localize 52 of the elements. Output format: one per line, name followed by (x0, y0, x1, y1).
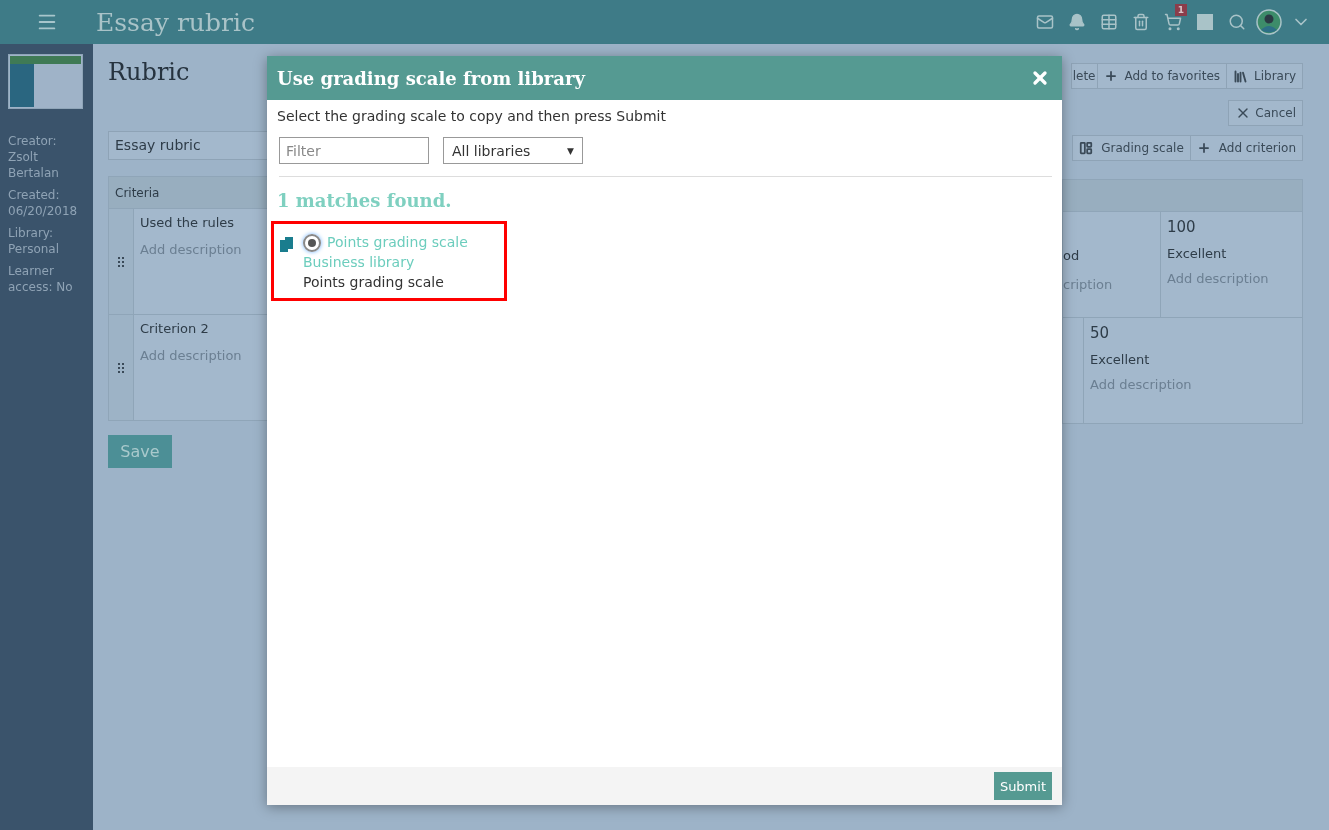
scale-description: Points grading scale (303, 273, 445, 292)
table-header-cell: Criteria (108, 176, 267, 209)
detail-text: Created: 06/20/2018 (8, 187, 79, 219)
action-button[interactable]: Add criterion (1189, 135, 1303, 161)
search-icon[interactable] (1228, 13, 1246, 31)
cart-icon[interactable] (1164, 13, 1182, 31)
level-description: Add description (1090, 377, 1193, 392)
instruction-text: Select the grading scale to copy and then press Submit (277, 108, 667, 124)
criterion-description: Add description (140, 242, 243, 257)
level-description: cription (1063, 277, 1114, 292)
detail-text: Learner access: No (8, 263, 74, 295)
level-title: Excellent (1090, 352, 1151, 367)
drag-handle-icon[interactable] (118, 362, 124, 373)
toolbar-button[interactable]: lete (1070, 63, 1099, 89)
page-title: Essay rubric (96, 7, 256, 37)
page-heading: Rubric (108, 58, 191, 88)
toolbar-button[interactable]: Library (1226, 63, 1303, 89)
level-description: Add description (1167, 271, 1270, 286)
level-title: od (1063, 248, 1081, 263)
library-select[interactable]: All libraries ▼ (443, 137, 583, 164)
toolbar-button[interactable]: Add to favorites (1097, 63, 1228, 89)
submit-button[interactable]: Submit (993, 772, 1052, 800)
bell-icon[interactable] (1068, 13, 1086, 31)
copy-icon (280, 237, 293, 252)
level-points: 50 (1090, 324, 1111, 342)
criterion-name: Criterion 2 (140, 321, 210, 336)
plus-icon (1196, 141, 1211, 155)
match-count: 1 matches found. (277, 190, 453, 211)
level-points: 100 (1167, 218, 1197, 236)
drag-handle-icon[interactable] (118, 256, 124, 267)
criterion-description: Add description (140, 348, 243, 363)
detail-text: Library: Personal (8, 225, 60, 257)
filter-field[interactable]: Filter (279, 137, 429, 164)
layout-icon (1079, 141, 1094, 155)
criterion-name: Used the rules (140, 215, 236, 230)
action-button[interactable]: Grading scale (1072, 135, 1191, 161)
result-item[interactable]: Points grading scale Business library Points grading scale (271, 221, 507, 301)
level-title: Excellent (1167, 246, 1228, 261)
dialog-title: Use grading scale from library (277, 67, 585, 89)
close-button[interactable] (1030, 68, 1050, 88)
cart-badge: 1 (1174, 4, 1187, 16)
trash-icon[interactable] (1132, 13, 1150, 31)
detail-text: Creator: Zsolt Bertalan (8, 133, 60, 181)
books-icon (1233, 68, 1249, 84)
radio-button[interactable] (303, 234, 321, 252)
name-field[interactable]: Essay rubric (108, 131, 267, 160)
calendar-icon[interactable] (1100, 13, 1118, 31)
avatar-icon[interactable] (1256, 9, 1282, 35)
cancel-button[interactable]: Cancel (1228, 100, 1303, 126)
rubric-thumbnail-icon (8, 54, 83, 109)
plus-icon (1104, 69, 1119, 83)
mail-icon[interactable] (1036, 13, 1054, 31)
